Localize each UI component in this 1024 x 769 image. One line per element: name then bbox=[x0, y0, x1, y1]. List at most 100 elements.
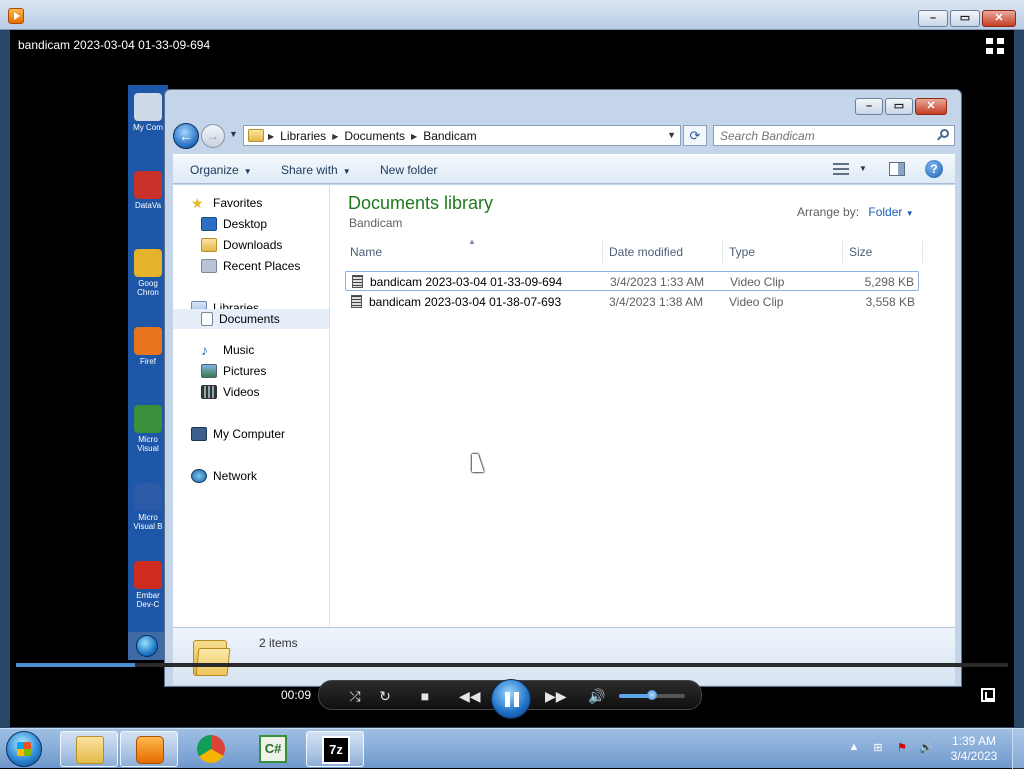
nav-item-my-computer[interactable]: My Computer bbox=[191, 424, 285, 444]
close-button[interactable]: ✕ bbox=[982, 10, 1016, 27]
desktop-shortcut[interactable]: Micro Visual bbox=[130, 405, 166, 467]
breadcrumb-libraries[interactable]: Libraries bbox=[280, 129, 326, 143]
nav-item-recent-places[interactable]: Recent Places bbox=[201, 256, 300, 276]
recorded-desktop: My Com DataVa Goog Chron Firef Micro Visual M… bbox=[128, 85, 168, 633]
nav-item-pictures[interactable]: Pictures bbox=[201, 361, 266, 381]
column-header-name[interactable]: Name bbox=[344, 241, 603, 263]
desktop-shortcut[interactable]: Firef bbox=[130, 327, 166, 389]
minimize-button[interactable]: – bbox=[918, 10, 948, 27]
refresh-button[interactable]: ⟳ bbox=[683, 125, 707, 146]
taskbar-7zip[interactable]: 7z bbox=[306, 731, 364, 767]
desktop-shortcut[interactable]: My Com bbox=[130, 93, 166, 155]
desktop-shortcut[interactable]: Micro Visual B bbox=[130, 483, 166, 545]
nav-label: Favorites bbox=[213, 196, 263, 210]
nav-label: Downloads bbox=[223, 238, 283, 252]
desktop-shortcut[interactable]: DataVa bbox=[130, 171, 166, 233]
repeat-icon[interactable]: ↻ bbox=[375, 687, 395, 705]
recorded-start-orb-icon bbox=[136, 635, 158, 657]
nav-item-network[interactable]: Network bbox=[191, 466, 257, 486]
seek-bar[interactable] bbox=[16, 663, 1008, 667]
volume-icon[interactable]: 🔊 bbox=[918, 741, 934, 755]
refresh-icon: ⟳ bbox=[689, 128, 701, 143]
nav-item-videos[interactable]: Videos bbox=[201, 382, 259, 402]
desktop-shortcut-label: DataVa bbox=[134, 201, 162, 210]
chevron-down-icon: ▼ bbox=[342, 167, 351, 176]
column-header-size[interactable]: Size bbox=[843, 241, 923, 263]
search-input[interactable] bbox=[714, 126, 924, 145]
current-time: 00:09 bbox=[281, 688, 312, 702]
chevron-right-icon[interactable]: ▶ bbox=[332, 132, 338, 141]
chevron-down-icon[interactable]: ▼ bbox=[859, 164, 867, 173]
switch-to-library-icon[interactable] bbox=[981, 688, 995, 702]
column-header-type[interactable]: Type bbox=[723, 241, 843, 263]
nav-item-music[interactable]: ♪ Music bbox=[201, 340, 254, 360]
nav-label: Desktop bbox=[223, 217, 268, 231]
show-desktop-button[interactable] bbox=[1012, 729, 1024, 769]
previous-icon[interactable]: ◀◀ bbox=[459, 687, 481, 705]
network-icon[interactable]: ⊞ bbox=[870, 741, 886, 755]
nav-item-downloads[interactable]: Downloads bbox=[201, 235, 282, 255]
next-icon[interactable]: ▶▶ bbox=[545, 687, 567, 705]
volume-slider[interactable] bbox=[619, 690, 685, 700]
nav-item-documents[interactable]: Documents bbox=[173, 309, 329, 329]
arrange-by-dropdown[interactable]: Folder ▼ bbox=[868, 205, 913, 219]
stop-icon[interactable]: ■ bbox=[415, 687, 435, 705]
fullscreen-toggle-icon[interactable] bbox=[986, 38, 1004, 54]
restore-icon: ▭ bbox=[959, 12, 971, 24]
taskbar-visual-csharp[interactable]: C# bbox=[244, 731, 302, 767]
search-icon[interactable] bbox=[937, 129, 949, 141]
minimize-icon: – bbox=[929, 12, 937, 24]
explorer-minimize-button[interactable]: – bbox=[855, 98, 883, 115]
table-row[interactable]: bandicam 2023-03-04 01-33-09-694 3/4/202… bbox=[345, 271, 919, 291]
action-center-icon[interactable]: ⚑ bbox=[894, 741, 910, 755]
chevron-right-icon[interactable]: ▶ bbox=[268, 132, 274, 141]
desktop-shortcut[interactable]: Embar Dev-C bbox=[130, 561, 166, 623]
pause-button[interactable] bbox=[491, 679, 531, 719]
breadcrumb-documents[interactable]: Documents bbox=[344, 129, 405, 143]
start-button-icon[interactable] bbox=[6, 731, 42, 767]
file-date: 3/4/2023 1:38 AM bbox=[609, 295, 704, 309]
taskbar-explorer[interactable] bbox=[60, 731, 118, 767]
taskbar-chrome[interactable] bbox=[182, 731, 240, 767]
back-button[interactable]: ← bbox=[173, 123, 199, 149]
taskbar-media-player[interactable] bbox=[120, 731, 178, 767]
forward-button[interactable]: → bbox=[201, 124, 225, 148]
table-row[interactable]: bandicam 2023-03-04 01-38-07-693 3/4/202… bbox=[345, 292, 919, 312]
new-folder-button[interactable]: New folder bbox=[380, 163, 437, 177]
organize-button[interactable]: Organize ▼ bbox=[190, 163, 252, 177]
nav-item-desktop[interactable]: Desktop bbox=[201, 214, 267, 234]
shuffle-icon[interactable]: ⤮ bbox=[345, 687, 365, 705]
share-with-button[interactable]: Share with ▼ bbox=[281, 163, 351, 177]
show-hidden-icon[interactable]: ▲ bbox=[846, 741, 862, 755]
clock[interactable]: 1:39 AM 3/4/2023 bbox=[944, 734, 1004, 764]
command-bar: Organize ▼ Share with ▼ New folder ▼ ? bbox=[173, 154, 955, 184]
volume-knob[interactable] bbox=[647, 690, 657, 700]
desktop-shortcut-label: Micro Visual B bbox=[133, 513, 163, 531]
seek-bar-progress bbox=[16, 663, 136, 667]
devcpp-icon bbox=[134, 561, 162, 589]
volume-icon[interactable]: 🔊 bbox=[587, 687, 607, 705]
desktop-shortcut-label: Goog Chron bbox=[137, 279, 159, 297]
player-titlebar[interactable]: – ▭ ✕ bbox=[0, 0, 1024, 30]
nav-label: Pictures bbox=[223, 364, 267, 378]
chevron-down-icon[interactable]: ▼ bbox=[667, 130, 676, 140]
nav-item-favorites[interactable]: ★ Favorites bbox=[191, 193, 262, 213]
file-list-pane[interactable]: Documents library Bandicam Arrange by: F… bbox=[330, 185, 955, 627]
address-bar[interactable]: ▶ Libraries ▶ Documents ▶ Bandicam ▼ bbox=[243, 125, 681, 146]
breadcrumb-bandicam[interactable]: Bandicam bbox=[423, 129, 476, 143]
chevron-right-icon[interactable]: ▶ bbox=[411, 132, 417, 141]
column-header-date-modified[interactable]: Date modified bbox=[603, 241, 723, 263]
arrange-by-value: Folder bbox=[868, 205, 903, 219]
explorer-maximize-button[interactable]: ▭ bbox=[885, 98, 913, 115]
help-icon[interactable]: ? bbox=[925, 160, 943, 178]
explorer-close-button[interactable]: ✕ bbox=[915, 98, 947, 115]
change-view-icon[interactable] bbox=[833, 163, 849, 175]
maximize-button[interactable]: ▭ bbox=[950, 10, 980, 27]
preview-pane-icon[interactable] bbox=[889, 162, 905, 176]
documents-icon bbox=[201, 312, 213, 326]
desktop-shortcut[interactable]: Goog Chron bbox=[130, 249, 166, 311]
recent-pages-dropdown-icon[interactable]: ▼ bbox=[229, 129, 238, 139]
search-box[interactable] bbox=[713, 125, 955, 146]
network-icon bbox=[191, 469, 207, 483]
desktop-shortcut-label: Firef bbox=[140, 357, 156, 366]
